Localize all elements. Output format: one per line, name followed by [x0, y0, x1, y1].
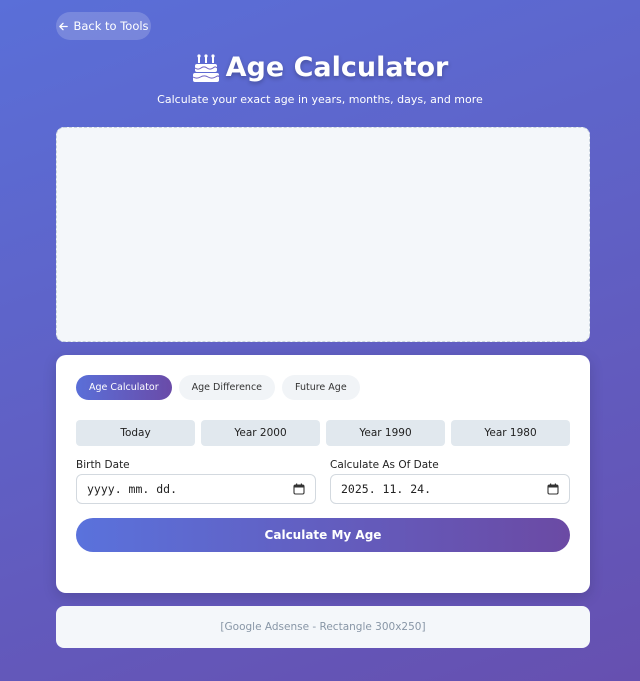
quick-select-1990-button[interactable]: Year 1990: [326, 420, 445, 446]
birth-date-value: yyyy. mm. dd.: [87, 482, 178, 496]
tab-age-calculator[interactable]: Age Calculator: [76, 375, 172, 400]
calendar-icon[interactable]: [293, 483, 305, 495]
ad-placeholder-bottom: [Google Adsense - Rectangle 300x250]: [56, 606, 590, 648]
as-of-date-label: Calculate As Of Date: [330, 459, 439, 471]
calculator-card: Age Calculator Age Difference Future Age…: [56, 355, 590, 593]
tab-future-age[interactable]: Future Age: [282, 375, 360, 400]
birth-date-label: Birth Date: [76, 459, 130, 471]
back-button-label: Back to Tools: [73, 19, 149, 33]
quick-select-2000-button[interactable]: Year 2000: [201, 420, 320, 446]
as-of-date-input[interactable]: 2025. 11. 24.: [330, 474, 570, 504]
page-title: Age Calculator: [0, 52, 640, 83]
quick-select-1980-button[interactable]: Year 1980: [451, 420, 570, 446]
quick-select-buttons: Today Year 2000 Year 1990 Year 1980: [76, 420, 570, 446]
tab-age-difference[interactable]: Age Difference: [178, 375, 276, 400]
as-of-date-value: 2025. 11. 24.: [341, 482, 432, 496]
birth-date-field: Birth Date yyyy. mm. dd.: [76, 459, 316, 504]
calculate-age-button[interactable]: Calculate My Age: [76, 518, 570, 552]
as-of-date-field: Calculate As Of Date 2025. 11. 24.: [330, 459, 570, 504]
back-to-tools-button[interactable]: Back to Tools: [56, 12, 151, 40]
ad-placeholder-top: [56, 127, 590, 342]
arrow-left-icon: [59, 22, 69, 30]
page-subtitle: Calculate your exact age in years, month…: [157, 93, 483, 106]
calendar-icon[interactable]: [547, 483, 559, 495]
page-title-text: Age Calculator: [225, 52, 449, 83]
calculator-tabs: Age Calculator Age Difference Future Age: [76, 375, 360, 400]
birthday-cake-icon: [192, 53, 220, 82]
quick-select-today-button[interactable]: Today: [76, 420, 195, 446]
birth-date-input[interactable]: yyyy. mm. dd.: [76, 474, 316, 504]
